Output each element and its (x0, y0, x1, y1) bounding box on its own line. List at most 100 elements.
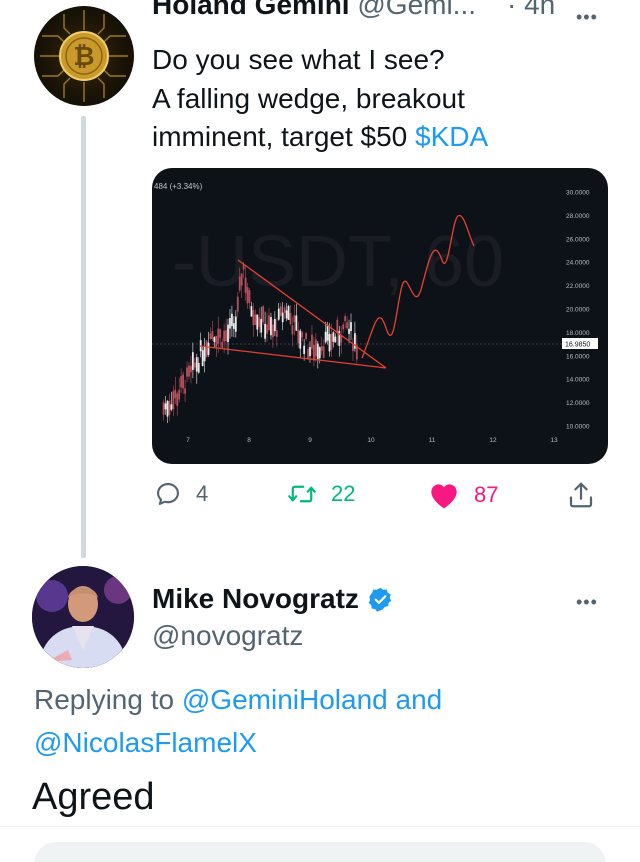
candle-body (217, 328, 220, 344)
candle-body (190, 365, 192, 373)
candle-body (342, 324, 345, 330)
candle-body (316, 343, 319, 360)
author-avatar[interactable]: ₿ (34, 6, 134, 106)
share-icon (569, 482, 593, 508)
share-button[interactable] (566, 480, 596, 510)
tweet-time[interactable]: · 4h (507, 0, 555, 21)
candle-body (258, 317, 261, 327)
author-handle[interactable]: @novogratz (152, 620, 303, 652)
candle-body (170, 404, 173, 410)
candle-body (207, 342, 210, 355)
candle-body (301, 332, 304, 338)
candle-body (246, 287, 249, 304)
reply-count: 4 (196, 481, 209, 506)
candle-body (332, 332, 335, 342)
candle-body (260, 319, 263, 333)
date-axis: 7 8 9 10 11 12 13 (186, 437, 558, 444)
price-tick-label: 16.0000 (566, 353, 590, 360)
price-tick-label: 24.0000 (566, 260, 590, 267)
candle-body (352, 344, 354, 352)
candle-body (314, 339, 317, 357)
candle-body (240, 273, 243, 286)
more-options-icon[interactable]: ••• (576, 592, 598, 613)
author-avatar[interactable] (32, 566, 134, 668)
candle-body (264, 323, 267, 339)
reply-text: Agreed (32, 776, 155, 818)
candle-body (326, 324, 329, 341)
candle-body (340, 336, 343, 343)
candle-body (234, 316, 237, 332)
candle-body (293, 315, 296, 323)
candle-body (166, 400, 169, 417)
replying-to: Replying to @GeminiHoland and @NicolasFla… (34, 678, 594, 764)
candle-body (231, 313, 233, 327)
reply-button[interactable]: 4 (154, 480, 208, 508)
candle-body (248, 290, 251, 303)
candle-body (320, 346, 323, 351)
price-chart: -USDT, 60 484 (+3.34%) 30.0000 28.0000 26.… (152, 182, 598, 444)
author-name[interactable]: Holand Gemini (152, 0, 350, 20)
reply-input[interactable] (34, 842, 606, 862)
candle-body (184, 388, 186, 394)
candle-body (211, 331, 214, 340)
candle-body (299, 330, 302, 349)
candle-body (254, 314, 257, 325)
date-tick-label: 10 (367, 437, 375, 444)
candle-body (334, 336, 337, 343)
candle-body (262, 306, 265, 323)
tweet-header: Holand Gemini @Gemi... · 4h (152, 0, 555, 21)
candle-body (209, 333, 212, 339)
author-handle[interactable]: @Gemi... (357, 0, 476, 20)
candle-body (336, 319, 339, 334)
candle-body (174, 389, 177, 399)
candle-body (311, 334, 313, 349)
tweet-text-fragment: imminent, target $50 (152, 121, 416, 152)
date-tick-label: 9 (308, 437, 312, 444)
candle-body (270, 317, 272, 336)
more-options-icon[interactable]: ••• (576, 7, 598, 28)
candle-body (168, 400, 171, 415)
like-button[interactable]: 87 (428, 480, 498, 510)
mention-link[interactable]: @NicolasFlamelX (34, 727, 257, 758)
cashtag-link[interactable]: $KDA (415, 121, 488, 152)
candle-body (313, 344, 315, 361)
candle-body (289, 313, 292, 325)
price-tick-label: 30.0000 (566, 190, 590, 197)
candle-body (309, 347, 311, 357)
candle-body (176, 393, 179, 406)
bitcoin-coin-icon: ₿ (40, 10, 128, 102)
candle-body (279, 306, 282, 316)
replying-to-label: Replying to (34, 684, 182, 715)
author-name[interactable]: Mike Novogratz (152, 583, 359, 615)
heart-icon (431, 484, 457, 509)
candle-body (195, 357, 198, 372)
candle-body (213, 337, 216, 342)
profile-photo (32, 566, 134, 668)
candle-body (275, 330, 278, 337)
candle-body (215, 335, 218, 348)
candle-body (178, 389, 181, 400)
candle-body (330, 333, 333, 350)
mention-link[interactable]: @GeminiHoland (182, 684, 388, 715)
candle-body (285, 310, 288, 319)
candle-body (201, 350, 204, 367)
candle-body (268, 315, 270, 331)
date-tick-label: 11 (429, 437, 436, 444)
chart-image[interactable]: -USDT, 60 484 (+3.34%) 30.0000 28.0000 26.… (152, 168, 608, 464)
candle-body (180, 376, 183, 388)
candle-body (229, 318, 231, 329)
chart-watermark: -USDT, 60 (172, 222, 504, 302)
candle-body (164, 403, 167, 410)
retweet-button[interactable]: 22 (287, 480, 355, 508)
candle-body (238, 276, 241, 291)
candle-body (324, 331, 327, 343)
candle-body (281, 312, 284, 323)
price-change-label: 484 (+3.34%) (154, 182, 203, 191)
author-name-row: Mike Novogratz (152, 583, 394, 615)
candle-body (227, 324, 229, 343)
candle-body (193, 362, 196, 368)
candle-body (172, 391, 175, 410)
candle-body (283, 307, 286, 313)
candle-body (328, 334, 331, 352)
candle-body (272, 324, 274, 338)
